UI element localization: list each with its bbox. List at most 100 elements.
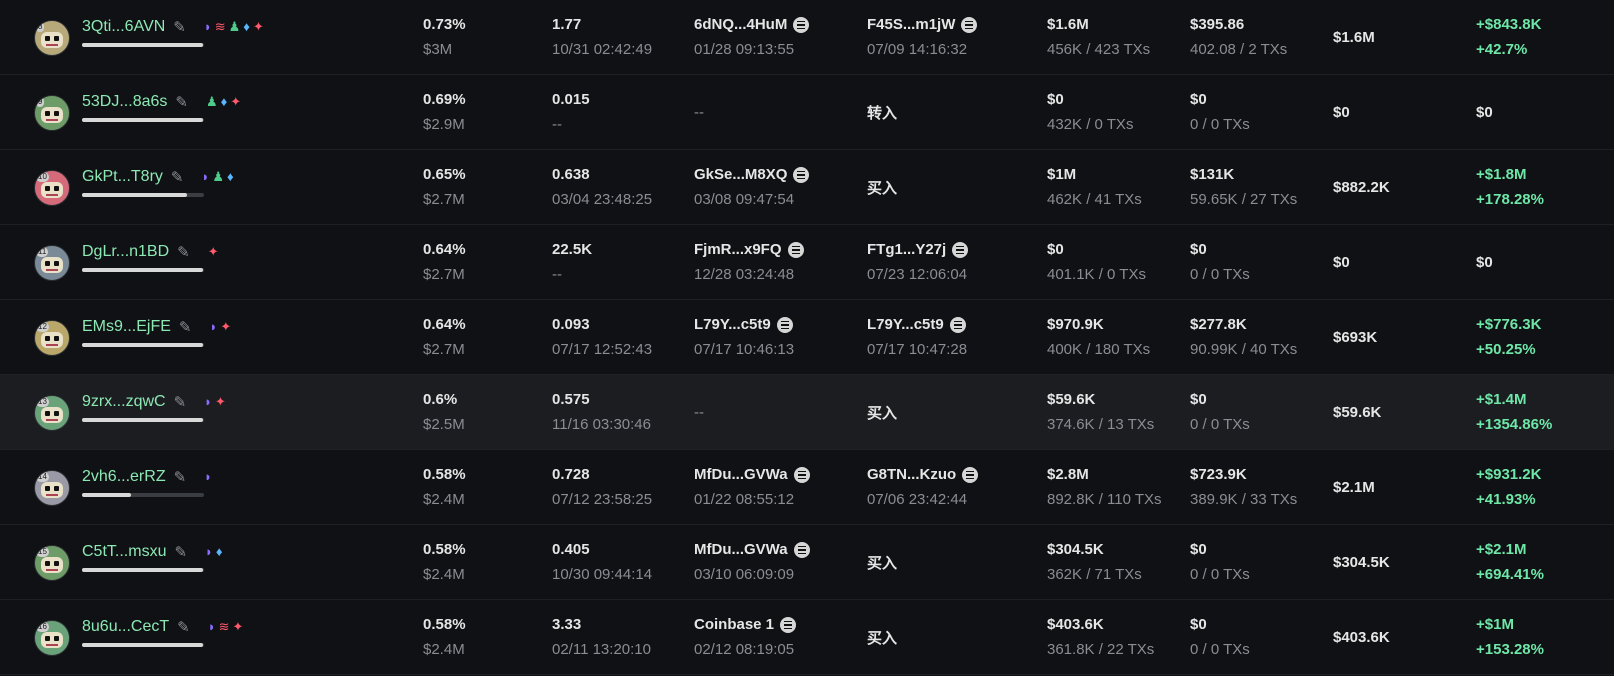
user-icon[interactable]: ♟ [229,20,241,34]
avatar[interactable]: 10 [34,169,70,206]
menu-icon[interactable] [952,242,969,258]
last-transfer-address[interactable]: G8TN...Kzuo [867,465,956,485]
last-transfer-address[interactable]: L79Y...c5t9 [867,315,944,335]
fish-icon[interactable]: ✦ [230,95,241,109]
holder-name-wrap: GkPt...T8ry ✎ ◗ ♟ ♦ [82,166,402,188]
edit-icon[interactable]: ✎ [179,318,192,336]
edit-icon[interactable]: ✎ [173,18,186,36]
gem-icon[interactable]: ♦ [216,545,223,559]
menu-icon[interactable] [793,167,810,183]
table-row[interactable]: 16 8u6u...CecT ✎ ◗ ≋ ✦ 0.58% $2.4M 3.33 02/11 13:… [0,600,1614,675]
avatar-cell: 10 [34,150,70,225]
table-row[interactable]: 15 C5tT...msxu ✎ ◗ ♦ 0.58% $2.4M 0.405 10/30 09:… [0,525,1614,600]
menu-icon[interactable] [793,542,810,558]
edit-icon[interactable]: ✎ [171,168,184,186]
edit-icon[interactable]: ✎ [175,93,188,111]
menu-icon[interactable] [962,467,979,483]
funding-source-address[interactable]: MfDu...GVWa [694,465,788,485]
holding-progress-bar [82,643,204,647]
avatar[interactable]: 14 [34,469,70,506]
avatar[interactable]: 11 [34,244,70,281]
holder-address-link[interactable]: GkPt...T8ry [82,168,163,186]
edit-icon[interactable]: ✎ [174,543,187,561]
wave-icon[interactable]: ◗ [204,20,212,34]
edit-icon[interactable]: ✎ [177,243,190,261]
holding-percent-primary: 0.58% [423,616,466,633]
fish-icon[interactable]: ✦ [208,245,219,259]
holder-address-link[interactable]: 9zrx...zqwC [82,393,166,411]
wave-icon[interactable]: ◗ [205,545,213,559]
funding-source-address[interactable]: GkSe...M8XQ [694,165,787,185]
wave-icon[interactable]: ◗ [209,320,217,334]
menu-icon[interactable] [787,242,804,258]
pnl-cell: +$843.8K +42.7% [1476,0,1606,75]
holder-name-cell: 8u6u...CecT ✎ ◗ ≋ ✦ [82,600,402,675]
user-icon[interactable]: ♟ [206,95,218,109]
holding-amount: 1.77 10/31 02:42:49 [552,0,682,75]
avatar-eye [54,335,59,341]
avatar[interactable]: 15 [34,544,70,581]
menu-icon[interactable] [793,467,810,483]
avatar-eye [45,260,50,266]
avatar[interactable]: 9 [34,94,70,131]
holding-progress-fill [82,418,203,422]
table-row[interactable]: 11 DgLr...n1BD ✎ ✦ 0.64% $2.7M 22.5K -- FjmR...x… [0,225,1614,300]
gem-icon[interactable]: ♦ [243,20,250,34]
avatar[interactable]: 13 [34,394,70,431]
pnl-percent: +41.93% [1476,491,1536,508]
holder-address-link[interactable]: 2vh6...erRZ [82,468,166,486]
funding-source-address[interactable]: Coinbase 1 [694,615,774,635]
menu-icon[interactable] [780,617,797,633]
gem-icon[interactable]: ♦ [227,170,234,184]
menu-icon[interactable] [961,17,978,33]
wave-icon[interactable]: ◗ [208,620,216,634]
last-transfer-address[interactable]: F45S...m1jW [867,15,955,35]
stack-icon[interactable]: ≋ [219,620,230,634]
avatar[interactable]: 12 [34,319,70,356]
wave-icon[interactable]: ◗ [201,170,209,184]
menu-icon[interactable] [776,317,793,333]
gem-icon[interactable]: ♦ [221,95,228,109]
fish-icon[interactable]: ✦ [215,395,226,409]
holder-address-link[interactable]: EMs9...EjFE [82,318,171,336]
funding-source-address[interactable]: L79Y...c5t9 [694,315,771,335]
avatar[interactable]: 16 [34,619,70,656]
edit-icon[interactable]: ✎ [177,618,190,636]
fish-icon[interactable]: ✦ [233,620,244,634]
funding-source-address[interactable]: FjmR...x9FQ [694,240,782,260]
fish-icon[interactable]: ✦ [220,320,231,334]
holder-address-link[interactable]: 8u6u...CecT [82,618,169,636]
unrealized-cell: $403.6K [1333,600,1453,675]
holding-percent-secondary: $2.9M [423,116,465,133]
stack-icon[interactable]: ≋ [215,20,226,34]
edit-icon[interactable]: ✎ [174,393,187,411]
table-row[interactable]: 13 9zrx...zqwC ✎ ◗ ✦ 0.6% $2.5M 0.575 11/16 03:3… [0,375,1614,450]
avatar[interactable]: 8 [34,19,70,56]
funding-source-address[interactable]: MfDu...GVWa [694,540,788,560]
table-row[interactable]: 8 3Qti...6AVN ✎ ◗ ≋ ♟ ♦ ✦ 0.73% $3M 1.77 10/31 02:4… [0,0,1614,75]
sold-secondary: 90.99K / 40 TXs [1190,341,1298,358]
avatar-eye [54,35,59,41]
menu-icon[interactable] [793,17,810,33]
last-transfer-address[interactable]: FTg1...Y27j [867,240,946,260]
table-row[interactable]: 14 2vh6...erRZ ✎ ◗ 0.58% $2.4M 0.728 07/12 23:5… [0,450,1614,525]
funding-source-address[interactable]: 6dNQ...4HuM [694,15,787,35]
user-icon[interactable]: ♟ [212,170,224,184]
wave-icon[interactable]: ◗ [204,395,212,409]
holder-address-link[interactable]: C5tT...msxu [82,543,166,561]
unrealized-cell: $882.2K [1333,150,1453,225]
holder-address-link[interactable]: DgLr...n1BD [82,243,169,261]
wave-icon[interactable]: ◗ [204,470,212,484]
last-transfer-address-line: L79Y...c5t9 [867,315,1027,335]
fish-icon[interactable]: ✦ [253,20,264,34]
holder-address-link[interactable]: 53DJ...8a6s [82,93,167,111]
bought-secondary: 892.8K / 110 TXs [1047,491,1162,508]
edit-icon[interactable]: ✎ [174,468,187,486]
table-row[interactable]: 10 GkPt...T8ry ✎ ◗ ♟ ♦ 0.65% $2.7M 0.638 03/04 23… [0,150,1614,225]
table-row[interactable]: 9 53DJ...8a6s ✎ ♟ ♦ ✦ 0.69% $2.9M 0.015 -- -- 转入 $0 4… [0,75,1614,150]
holder-name-wrap: 2vh6...erRZ ✎ ◗ [82,466,402,488]
menu-icon[interactable] [949,317,966,333]
holding-percent-secondary: $2.4M [423,491,465,508]
table-row[interactable]: 12 EMs9...EjFE ✎ ◗ ✦ 0.64% $2.7M 0.093 07/17 12:… [0,300,1614,375]
holder-address-link[interactable]: 3Qti...6AVN [82,18,165,36]
